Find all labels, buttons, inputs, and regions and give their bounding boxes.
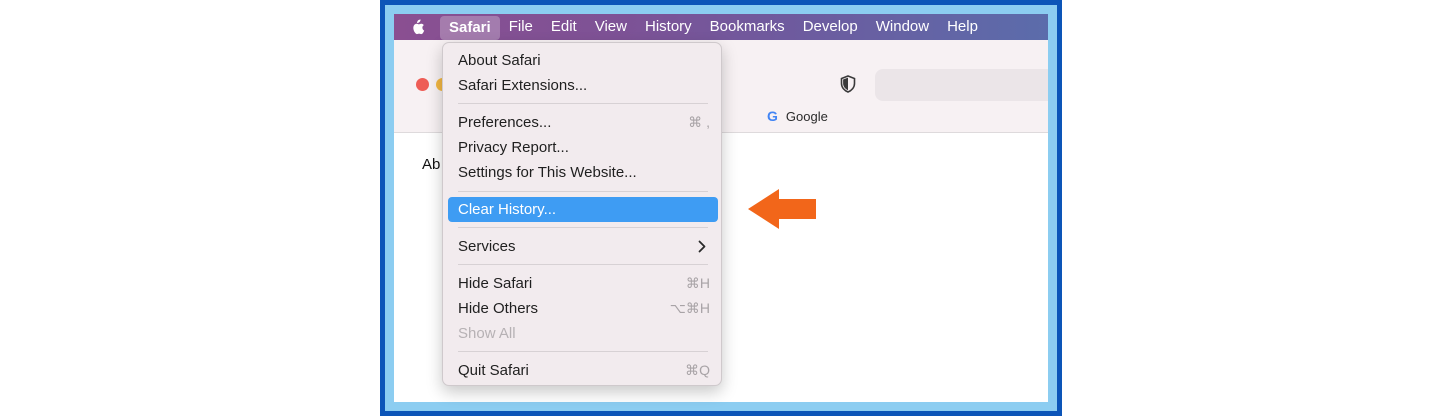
menu-item-safari-extensions[interactable]: Safari Extensions...: [448, 73, 718, 98]
arrow-left-icon: [748, 189, 816, 234]
menu-item-label: Clear History...: [458, 201, 557, 218]
safari-menu-dropdown: About Safari Safari Extensions... Prefer…: [442, 42, 722, 386]
menu-item-label: Quit Safari: [458, 362, 529, 379]
menu-item-label: Show All: [458, 325, 516, 342]
menu-item-label: Hide Others: [458, 300, 539, 317]
menu-bar: Safari File Edit View History Bookmarks …: [394, 14, 1048, 40]
address-bar[interactable]: [875, 69, 1048, 101]
menu-separator: [458, 264, 708, 265]
favorite-google-label: Google: [785, 108, 828, 124]
google-icon: G: [767, 108, 778, 124]
menu-help[interactable]: Help: [938, 14, 987, 40]
menu-item-shortcut: ⌥⌘H: [669, 300, 710, 316]
menu-separator: [458, 191, 708, 192]
menu-item-label: Privacy Report...: [458, 139, 569, 156]
menu-develop[interactable]: Develop: [794, 14, 867, 40]
menu-bookmarks[interactable]: Bookmarks: [701, 14, 794, 40]
menu-item-privacy-report[interactable]: Privacy Report...: [448, 135, 718, 160]
menu-item-hide-safari[interactable]: Hide Safari ⌘H: [448, 271, 718, 296]
menu-history[interactable]: History: [636, 14, 701, 40]
menu-item-shortcut: ⌘H: [685, 275, 710, 291]
menu-file[interactable]: File: [500, 14, 542, 40]
menu-item-show-all[interactable]: Show All: [448, 321, 718, 346]
menu-item-hide-others[interactable]: Hide Others ⌥⌘H: [448, 296, 718, 321]
shield-icon[interactable]: [840, 75, 856, 98]
apple-icon[interactable]: [394, 14, 440, 40]
menu-item-label: Preferences...: [458, 114, 552, 131]
menu-separator: [458, 351, 708, 352]
page-content-text: Ab: [422, 156, 441, 173]
menu-view[interactable]: View: [586, 14, 636, 40]
close-window-button[interactable]: [416, 78, 429, 91]
menu-item-label: About Safari: [458, 52, 541, 69]
menu-item-shortcut: ⌘Q: [685, 362, 710, 378]
menu-item-settings-for-website[interactable]: Settings for This Website...: [448, 160, 718, 185]
menu-item-quit-safari[interactable]: Quit Safari ⌘Q: [448, 358, 718, 383]
menu-separator: [458, 227, 708, 228]
favorite-google[interactable]: G Google: [767, 108, 828, 124]
menu-item-label: Settings for This Website...: [458, 164, 637, 181]
menu-safari[interactable]: Safari: [440, 15, 500, 40]
menu-item-about-safari[interactable]: About Safari: [448, 48, 718, 73]
menu-item-preferences[interactable]: Preferences... ⌘ ,: [448, 110, 718, 135]
menu-item-label: Hide Safari: [458, 275, 533, 292]
menu-separator: [458, 103, 708, 104]
menu-item-services[interactable]: Services: [448, 234, 718, 259]
menu-item-label: Safari Extensions...: [458, 77, 588, 94]
menu-window[interactable]: Window: [867, 14, 938, 40]
menu-item-clear-history[interactable]: Clear History...: [448, 197, 718, 222]
menu-edit[interactable]: Edit: [542, 14, 586, 40]
chevron-right-icon: [698, 240, 706, 257]
menu-item-label: Services: [458, 238, 516, 255]
menu-item-shortcut: ⌘ ,: [688, 114, 710, 130]
